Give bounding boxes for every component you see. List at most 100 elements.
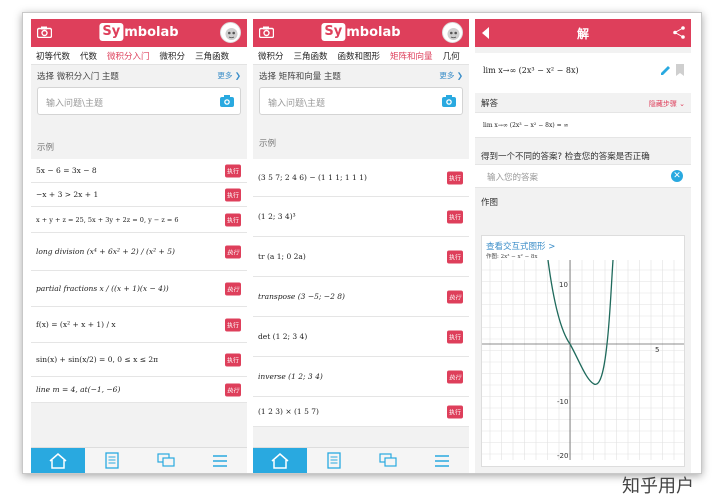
tab-calculus[interactable]: 微积分 xyxy=(155,47,191,64)
logo-mark: Sy xyxy=(99,23,124,41)
run-button[interactable]: 执行 xyxy=(446,405,463,418)
function-curve xyxy=(547,260,614,385)
search-placeholder: 输入问题\主题 xyxy=(46,99,104,109)
tab-algebra[interactable]: 代数 xyxy=(75,47,102,64)
list-item[interactable]: inverse (1 2; 3 4) 执行 xyxy=(253,357,469,397)
nav-notebook[interactable] xyxy=(307,448,361,473)
search-input[interactable]: 输入问题\主题 xyxy=(37,87,241,115)
list-item[interactable]: −x + 3 > 2x + 1 执行 xyxy=(31,183,247,207)
bottom-nav xyxy=(31,447,247,473)
list-item[interactable]: f(x) = (x² + x + 1) / x 执行 xyxy=(31,307,247,343)
y-tick-label: 10 xyxy=(559,281,568,289)
run-button[interactable]: 执行 xyxy=(224,353,241,366)
run-button[interactable]: 执行 xyxy=(446,330,463,343)
tab-geometry[interactable]: 几何 xyxy=(438,47,465,64)
run-button[interactable]: 执行 xyxy=(224,318,241,331)
nav-practice[interactable] xyxy=(361,448,415,473)
function-graph[interactable]: 10 -10 -20 5 xyxy=(482,260,684,460)
run-button[interactable]: 执行 xyxy=(446,171,463,184)
home-icon xyxy=(49,452,67,469)
phone-calculus-intro: Sy mbolab 初等代数 代数 微积分入门 微积分 三角函数 选择 微积分入门… xyxy=(31,19,247,473)
nav-notebook[interactable] xyxy=(85,448,139,473)
answer-section-header: 解答 隐藏步骤 ⌄ xyxy=(475,93,691,109)
avatar[interactable] xyxy=(442,22,463,43)
page-title: 解 xyxy=(576,27,590,41)
grid xyxy=(482,260,684,460)
run-button[interactable]: 执行 xyxy=(224,245,241,258)
close-icon[interactable]: ✕ xyxy=(671,170,683,182)
share-icon[interactable] xyxy=(673,26,685,39)
search-placeholder: 输入问题\主题 xyxy=(268,99,326,109)
list-item[interactable]: partial fractions x / ((x + 1)(x − 4)) 执行 xyxy=(31,271,247,307)
list-item[interactable]: 5x − 6 = 3x − 8 执行 xyxy=(31,159,247,183)
run-button[interactable]: 执行 xyxy=(446,290,463,303)
notebook-icon xyxy=(105,452,119,469)
camera-icon[interactable] xyxy=(259,26,274,38)
run-button[interactable]: 执行 xyxy=(224,282,241,295)
solution-header: 解 xyxy=(475,19,691,47)
run-button[interactable]: 执行 xyxy=(224,383,241,396)
run-button[interactable]: 执行 xyxy=(224,213,241,226)
phone-matrices-vectors: Sy mbolab 微积分 三角函数 函数和图形 矩阵和向量 几何 选择 矩阵和向… xyxy=(253,19,469,473)
tab-functions-graphing[interactable]: 函数和图形 xyxy=(333,47,386,64)
list-item[interactable]: (3 5 7; 2 4 6) − (1 1 1; 1 1 1) 执行 xyxy=(253,159,469,197)
answer-expression: lim x→∞ (2x³ − x² − 8x) = ∞ xyxy=(483,122,569,129)
tab-trigonometry[interactable]: 三角函数 xyxy=(289,47,333,64)
run-button[interactable]: 执行 xyxy=(446,370,463,383)
nav-home[interactable] xyxy=(31,448,85,473)
search-input[interactable]: 输入问题\主题 xyxy=(259,87,463,115)
tab-matrices-vectors[interactable]: 矩阵和向量 xyxy=(385,47,438,64)
nav-practice[interactable] xyxy=(139,448,193,473)
practice-icon xyxy=(379,453,397,467)
list-item[interactable]: x + y + z = 25, 5x + 3y + 2z = 0, y − z … xyxy=(31,207,247,233)
pencil-icon[interactable] xyxy=(660,65,671,76)
logo-text: mbolab xyxy=(124,24,179,40)
list-item[interactable]: sin(x) + sin(x/2) = 0, 0 ≤ x ≤ 2π 执行 xyxy=(31,343,247,377)
list-item[interactable]: line m = 4, at(−1, −6) 执行 xyxy=(31,377,247,403)
tab-elementary-algebra[interactable]: 初等代数 xyxy=(31,47,75,64)
tab-pre-calculus[interactable]: 微积分入门 xyxy=(102,47,155,64)
run-button[interactable]: 执行 xyxy=(446,250,463,263)
list-item[interactable]: tr (a 1; 0 2a) 执行 xyxy=(253,237,469,277)
camera-icon[interactable] xyxy=(220,95,234,107)
examples-title: 示例 xyxy=(259,139,277,149)
list-item[interactable]: (1 2 3) × (1 5 7) 执行 xyxy=(253,397,469,427)
run-button[interactable]: 执行 xyxy=(446,210,463,223)
bookmark-icon[interactable] xyxy=(676,64,684,76)
problem-display[interactable]: lim x→∞ (2x³ − x² − 8x) xyxy=(475,53,691,93)
nav-menu[interactable] xyxy=(193,448,247,473)
your-answer-placeholder: 输入您的答案 xyxy=(487,173,539,183)
topic-tabs: 微积分 三角函数 函数和图形 矩阵和向量 几何 xyxy=(253,47,469,65)
watermark: 知乎用户 xyxy=(622,476,694,497)
your-answer-input[interactable]: 输入您的答案 ✕ xyxy=(475,164,691,188)
answer-display: lim x→∞ (2x³ − x² − 8x) = ∞ xyxy=(475,112,691,138)
more-link[interactable]: 更多 ❯ xyxy=(217,70,241,83)
camera-icon[interactable] xyxy=(442,95,456,107)
nav-home[interactable] xyxy=(253,448,307,473)
list-item[interactable]: transpose (3 −5; −2 8) 执行 xyxy=(253,277,469,317)
list-item[interactable]: long division (x⁴ + 6x² + 2) / (x² + 5) 执… xyxy=(31,233,247,271)
camera-icon[interactable] xyxy=(37,26,52,38)
list-item[interactable]: (1 2; 3 4)³ 执行 xyxy=(253,197,469,237)
y-tick-label: -20 xyxy=(557,452,568,460)
topic-bar: 选择 矩阵和向量 主题 更多 ❯ xyxy=(253,65,469,83)
plot-header: 作图 xyxy=(481,198,499,208)
back-icon[interactable] xyxy=(482,27,489,39)
tab-calculus[interactable]: 微积分 xyxy=(253,47,289,64)
hide-steps-button[interactable]: 隐藏步骤 ⌄ xyxy=(649,99,685,109)
interactive-graph-link[interactable]: 查看交互式图形 > xyxy=(482,236,684,252)
home-icon xyxy=(271,452,289,469)
examples-list: (3 5 7; 2 4 6) − (1 1 1; 1 1 1) 执行 (1 2; … xyxy=(253,159,469,427)
run-button[interactable]: 执行 xyxy=(224,164,241,177)
run-button[interactable]: 执行 xyxy=(224,188,241,201)
plot-label: 作图: 2x³ − x² − 8x xyxy=(486,254,538,260)
more-link[interactable]: 更多 ❯ xyxy=(439,70,463,83)
list-item[interactable]: det (1 2; 3 4) 执行 xyxy=(253,317,469,357)
symbolab-logo: Sy mbolab xyxy=(321,23,401,41)
nav-menu[interactable] xyxy=(415,448,469,473)
avatar[interactable] xyxy=(220,22,241,43)
verify-question: 得到一个不同的答案? 检查您的答案是否正确 xyxy=(481,152,650,162)
tab-trigonometry[interactable]: 三角函数 xyxy=(190,47,234,64)
screenshot-frame: Sy mbolab 初等代数 代数 微积分入门 微积分 三角函数 选择 微积分入门… xyxy=(22,12,702,474)
problem-expression: lim x→∞ (2x³ − x² − 8x) xyxy=(483,66,579,75)
